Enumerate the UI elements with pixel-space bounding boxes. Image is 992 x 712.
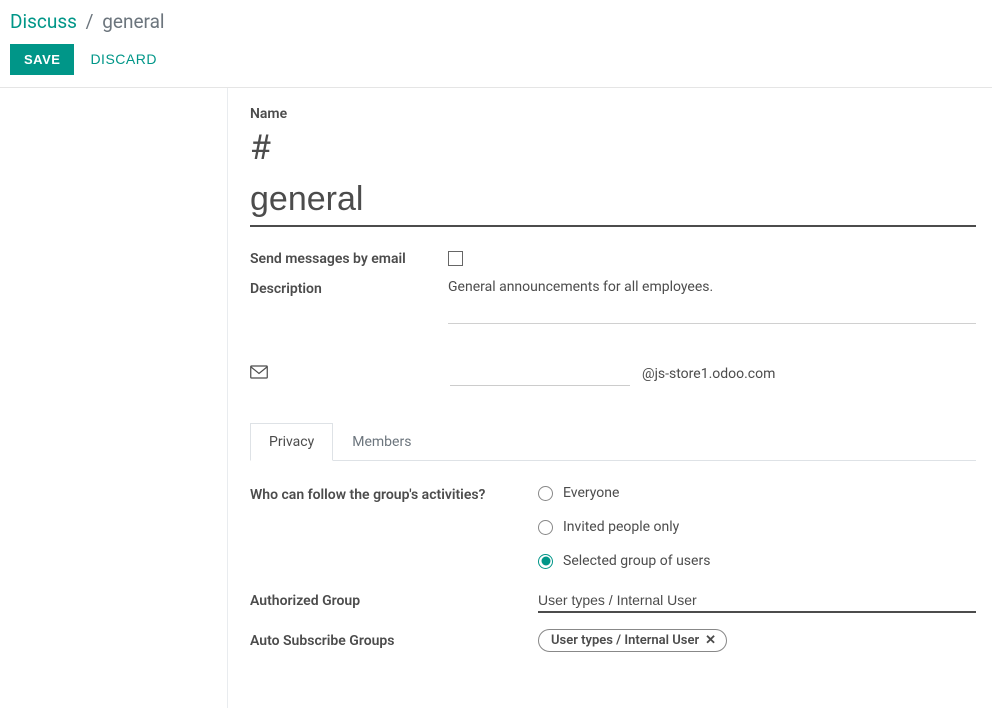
radio-icon [538, 554, 553, 569]
description-value[interactable]: General announcements for all employees. [448, 279, 976, 324]
tab-body-privacy: Who can follow the group's activities? E… [250, 461, 976, 652]
auto-subscribe-tag[interactable]: User types / Internal User ✕ [538, 629, 727, 652]
tab-privacy[interactable]: Privacy [250, 423, 333, 461]
tag-remove-icon[interactable]: ✕ [705, 633, 716, 648]
breadcrumb: Discuss / general [10, 10, 982, 33]
tab-members[interactable]: Members [333, 423, 430, 461]
send-email-checkbox[interactable] [448, 251, 463, 266]
email-domain: @js-store1.odoo.com [642, 366, 775, 382]
envelope-icon [250, 365, 268, 383]
radio-label: Invited people only [563, 519, 679, 535]
email-local-input[interactable] [450, 362, 630, 386]
privacy-option-everyone[interactable]: Everyone [538, 485, 710, 501]
follow-label: Who can follow the group's activities? [250, 485, 538, 503]
breadcrumb-current: general [102, 10, 164, 33]
auto-subscribe-label: Auto Subscribe Groups [250, 633, 538, 649]
send-email-label: Send messages by email [250, 249, 448, 267]
privacy-option-selected[interactable]: Selected group of users [538, 553, 710, 569]
left-gutter [0, 88, 228, 708]
name-input[interactable] [250, 176, 976, 227]
privacy-option-invited[interactable]: Invited people only [538, 519, 710, 535]
discard-button[interactable]: DISCARD [86, 43, 161, 75]
breadcrumb-separator: / [86, 10, 94, 33]
description-label: Description [250, 279, 448, 297]
hash-prefix: # [250, 128, 976, 168]
action-bar: SAVE DISCARD [10, 43, 982, 87]
tabs: Privacy Members [250, 422, 976, 461]
name-label: Name [250, 106, 976, 122]
tag-label: User types / Internal User [551, 633, 699, 648]
save-button[interactable]: SAVE [10, 44, 74, 75]
breadcrumb-root[interactable]: Discuss [10, 10, 77, 33]
radio-icon [538, 520, 553, 535]
radio-icon [538, 486, 553, 501]
radio-label: Selected group of users [563, 553, 710, 569]
radio-label: Everyone [563, 485, 619, 501]
authorized-group-input[interactable] [538, 589, 976, 613]
authorized-group-label: Authorized Group [250, 593, 538, 609]
form-sheet: Name # Send messages by email Descriptio… [228, 88, 988, 708]
privacy-radio-group: Everyone Invited people only Selected gr… [538, 485, 710, 569]
